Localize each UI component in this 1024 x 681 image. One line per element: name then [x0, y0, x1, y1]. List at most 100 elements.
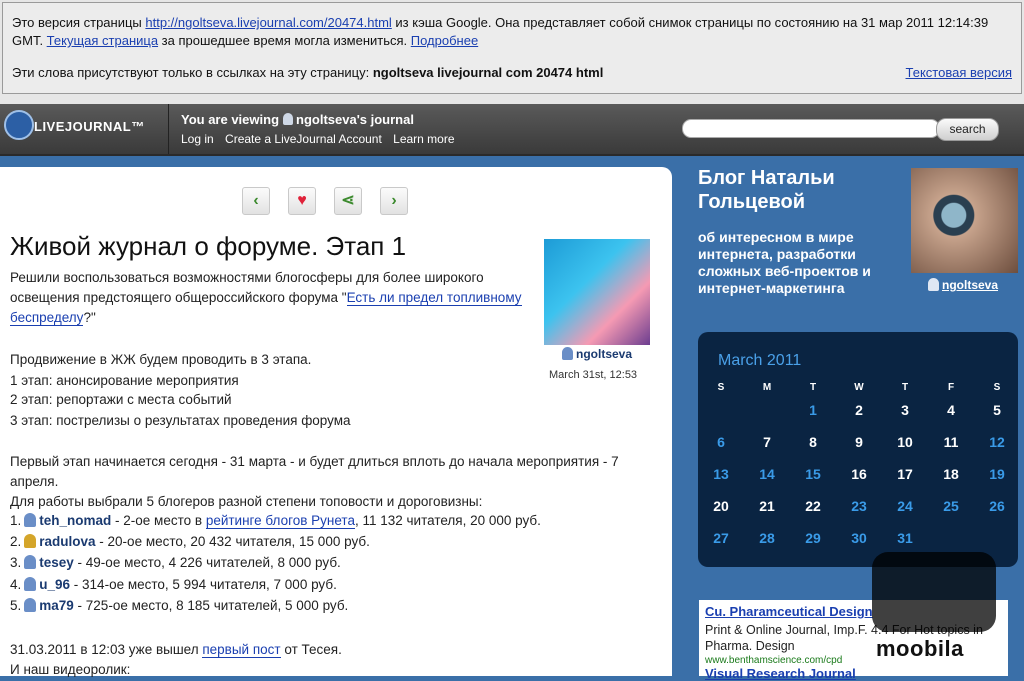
blogger-row: 5. ma79 - 725-ое место, 8 185 читателей, … — [10, 598, 348, 613]
calendar-day[interactable]: 14 — [752, 466, 782, 482]
calendar-day[interactable]: 13 — [706, 466, 736, 482]
blogger-name[interactable]: tesey — [39, 555, 74, 570]
update-end: от Тесея. — [280, 642, 342, 657]
blogger-info: - 314-ое место, 5 994 читателя, 7 000 ру… — [70, 577, 337, 592]
user-icon — [283, 113, 294, 125]
viewing-prefix: You are viewing — [181, 112, 280, 127]
prev-entry-button[interactable]: ‹ — [242, 187, 270, 215]
post-date: March 31st, 12:53 — [549, 369, 638, 381]
calendar-day[interactable]: 19 — [982, 466, 1012, 482]
calendar-day: 3 — [901, 402, 909, 418]
calendar-title[interactable]: March 2011 — [718, 352, 801, 370]
calendar-day[interactable]: 26 — [982, 498, 1012, 514]
next-entry-button[interactable]: › — [380, 187, 408, 215]
author-name[interactable]: ngoltseva — [576, 347, 632, 361]
post-intro: Решили воспользоваться возможностями бло… — [10, 268, 530, 328]
calendar-day[interactable]: 15 — [798, 466, 828, 482]
video-label: И наш видеоролик: — [10, 662, 131, 677]
calendar-day[interactable]: 12 — [982, 434, 1012, 450]
calendar-day[interactable]: 24 — [890, 498, 920, 514]
avatar-username[interactable]: ngoltseva — [942, 278, 998, 292]
cache-notice: Это версия страницы http://ngoltseva.liv… — [2, 2, 1022, 94]
calendar-weekday: T — [809, 382, 817, 393]
post-userpic[interactable] — [544, 239, 650, 345]
blogger-row: 3. tesey - 49-ое место, 4 226 читателей, … — [10, 555, 341, 570]
calendar-day[interactable]: 29 — [798, 530, 828, 546]
cache-intro-text: Это версия страницы — [12, 15, 146, 30]
viewing-journal: You are viewing ngoltseva's journal — [181, 112, 414, 127]
user-icon — [24, 534, 37, 548]
calendar-day[interactable]: 6 — [706, 434, 736, 450]
blogger-name[interactable]: u_96 — [39, 577, 70, 592]
first-post-link[interactable]: первый пост — [202, 642, 281, 658]
viewing-user[interactable]: ngoltseva's journal — [296, 112, 414, 127]
stages-intro: Продвижение в ЖЖ будем проводить в 3 эта… — [10, 352, 312, 367]
blogger-info-end: , 11 132 читателя, 20 000 руб. — [354, 513, 541, 528]
stage-2: 2 этап: репортажи с места событий — [10, 392, 232, 407]
blogger-row: 2. radulova - 20-ое место, 20 432 читател… — [10, 534, 370, 549]
blog-subtitle: об интересном в мире интернета, разработ… — [698, 229, 871, 296]
cache-after-text: за прошедшее время могла измениться. — [158, 33, 411, 48]
user-icon — [24, 513, 37, 527]
google-cache-bar: Это версия страницы http://ngoltseva.liv… — [0, 0, 1024, 104]
cached-url-link[interactable]: http://ngoltseva.livejournal.com/20474.h… — [145, 15, 391, 30]
row-number: 3. — [10, 555, 22, 570]
watermark-logo-icon — [872, 552, 996, 632]
calendar-day[interactable]: 27 — [706, 530, 736, 546]
more-info-link[interactable]: Подробнее — [411, 33, 478, 48]
calendar-weekday: S — [993, 382, 1001, 393]
search-input[interactable] — [682, 119, 940, 138]
calendar-day: 9 — [855, 434, 863, 450]
watermark-text: moobila — [876, 636, 964, 661]
cache-words: ngoltseva livejournal com 20474 html — [372, 65, 604, 80]
user-icon — [24, 577, 37, 591]
cache-notice-text: Это версия страницы http://ngoltseva.liv… — [12, 14, 1012, 50]
text-version-link[interactable]: Текстовая версия — [906, 65, 1012, 80]
add-to-memories-button[interactable]: ♥ — [288, 187, 316, 215]
calendar-weekday: T — [901, 382, 909, 393]
calendar-weekday: F — [947, 382, 955, 393]
calendar-day[interactable]: 25 — [936, 498, 966, 514]
calendar-weekday: S — [717, 382, 725, 393]
ad-title-link[interactable]: Cu. Pharamceutical Design — [705, 604, 873, 619]
calendar-day[interactable]: 28 — [752, 530, 782, 546]
calendar-day[interactable]: 30 — [844, 530, 874, 546]
calendar-day[interactable]: 31 — [890, 530, 920, 546]
post-author[interactable]: ngoltseva — [562, 347, 632, 361]
calendar-day[interactable]: 1 — [798, 402, 828, 418]
ad-url[interactable]: www.benthamscience.com/cpd — [705, 655, 842, 666]
post-title: Живой журнал о форуме. Этап 1 — [10, 231, 407, 261]
journal-avatar[interactable] — [911, 168, 1018, 273]
current-page-link[interactable]: Текущая страница — [47, 33, 158, 48]
blogger-name[interactable]: teh_nomad — [39, 513, 111, 528]
blogger-info: - 20-ое место, 20 432 читателя, 15 000 р… — [95, 534, 370, 549]
header-links: Log in Create a LiveJournal Account Lear… — [181, 132, 463, 146]
calendar-day: 7 — [763, 434, 771, 450]
learn-more-link[interactable]: Learn more — [393, 132, 454, 146]
blogger-info: - 49-ое место, 4 226 читателей, 8 000 ру… — [73, 555, 341, 570]
cache-words-line: Эти слова присутствуют только в ссылках … — [12, 65, 872, 80]
calendar-widget: March 2011 S M T W T F S 1 2 3 4 5 6 7 8 9 10 11 12 13 14 15 1… — [698, 332, 1018, 567]
calendar-day: 20 — [713, 498, 729, 514]
calendar-day[interactable]: 23 — [844, 498, 874, 514]
login-link[interactable]: Log in — [181, 132, 214, 146]
create-account-link[interactable]: Create a LiveJournal Account — [225, 132, 382, 146]
ad-title-link-2[interactable]: Visual Research Journal — [705, 666, 856, 681]
rating-link[interactable]: рейтинге блогов Рунета — [205, 513, 355, 529]
blogger-row: 4. u_96 - 314-ое место, 5 994 читателя, 7… — [10, 577, 337, 592]
share-button[interactable]: ⋖ — [334, 187, 362, 215]
livejournal-logo[interactable]: LIVEJOURNAL™ — [0, 104, 169, 154]
calendar-day: 8 — [809, 434, 817, 450]
row-number: 2. — [10, 534, 22, 549]
pencil-icon — [4, 110, 34, 140]
calendar-day: 5 — [993, 402, 1001, 418]
blogger-name[interactable]: radulova — [39, 534, 95, 549]
blog-title: Блог Натальи Гольцевой — [698, 167, 835, 213]
calendar-day: 22 — [805, 498, 821, 514]
watermark: moobila — [872, 552, 1000, 662]
blogger-name[interactable]: ma79 — [39, 598, 74, 613]
stage-3: 3 этап: пострелизы о результатах проведе… — [10, 413, 351, 428]
search-button[interactable]: search — [936, 118, 999, 141]
calendar-weekday: W — [854, 382, 864, 393]
avatar-user-link[interactable]: ngoltseva — [928, 278, 998, 292]
